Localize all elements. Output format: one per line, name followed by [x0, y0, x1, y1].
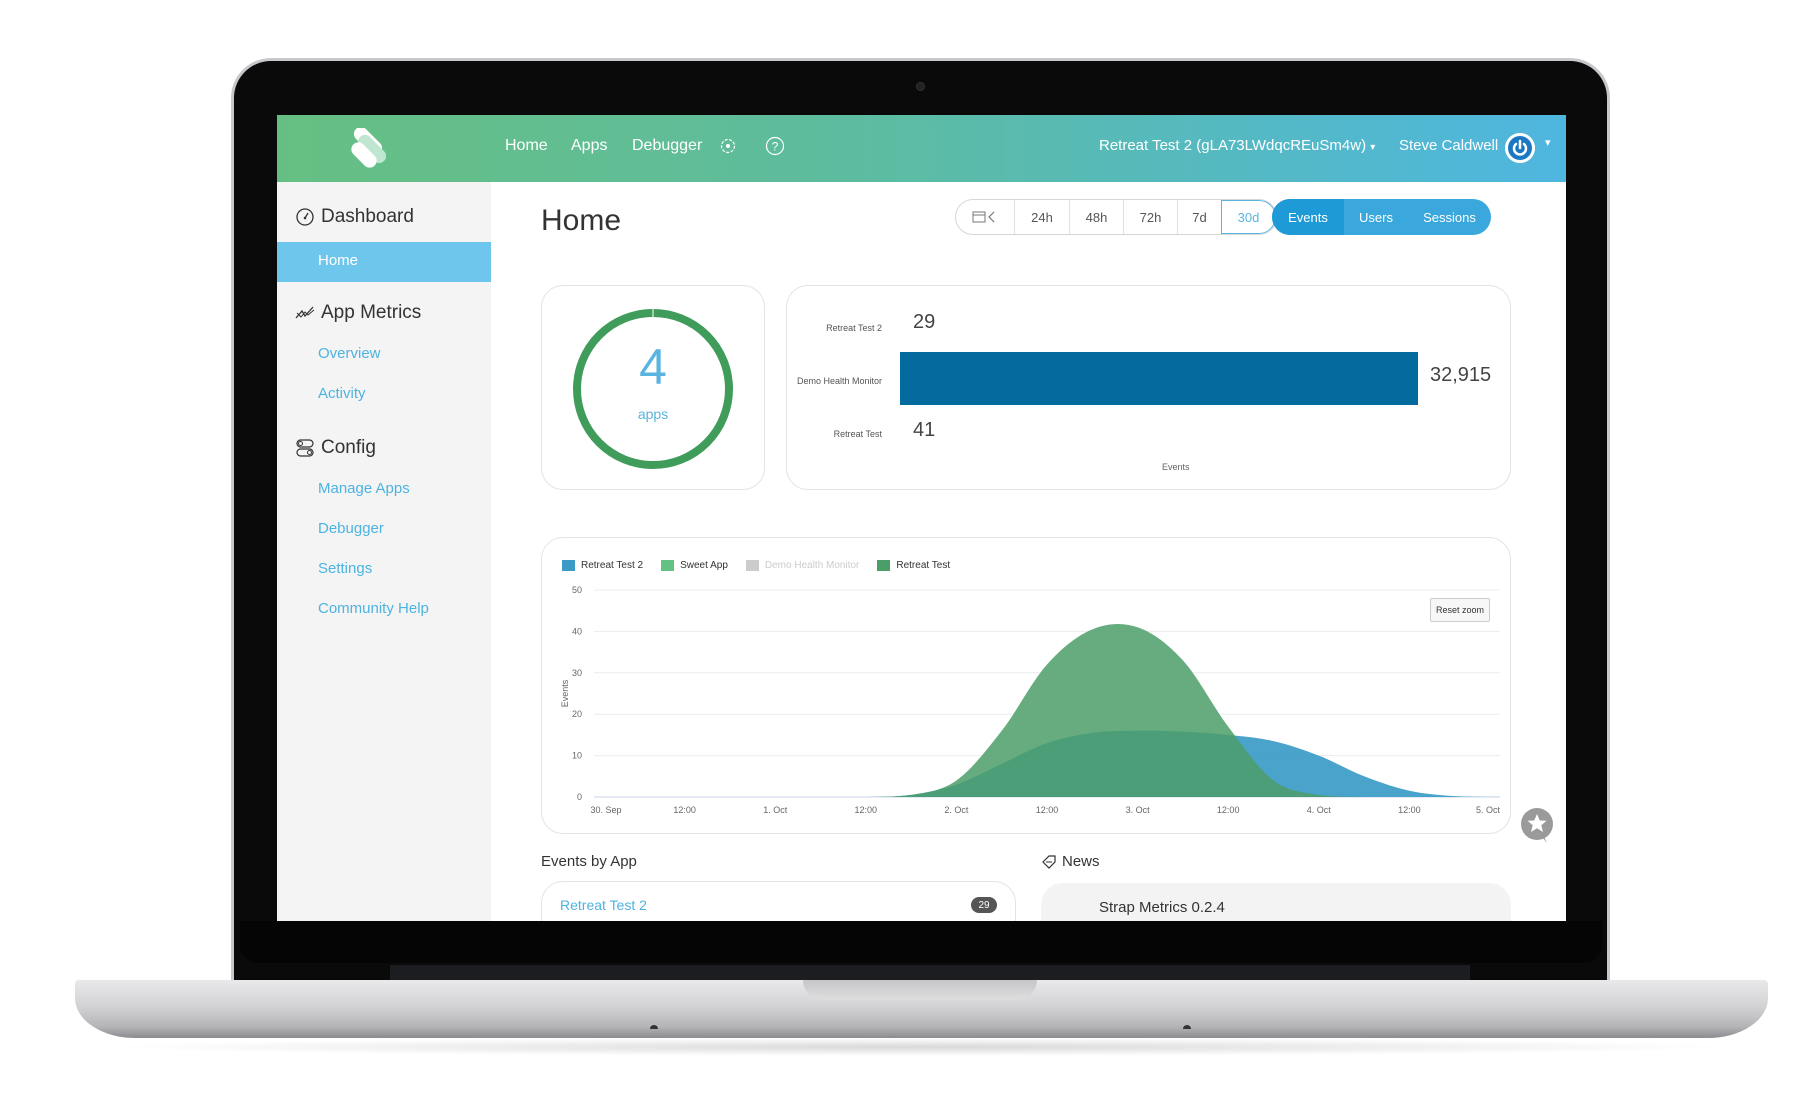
- app-count-card: 4 apps: [541, 285, 765, 490]
- y-tick-label: 30: [572, 668, 582, 678]
- bar-category-label: Retreat Test 2: [826, 323, 882, 333]
- bar-category-label: Demo Health Monitor: [796, 376, 882, 386]
- event-count-badge: 29: [971, 897, 997, 913]
- x-tick-label: 12:00: [1217, 805, 1240, 815]
- sidebar-item-label: Home: [318, 252, 359, 269]
- events-by-app-list: Retreat Test 2 29: [541, 881, 1016, 921]
- x-tick-label: 5. Oct: [1476, 805, 1501, 815]
- sidebar: Dashboard Home App Metrics Overview Acti…: [277, 182, 491, 921]
- metric-events[interactable]: Events: [1272, 199, 1344, 235]
- user-name[interactable]: Steve Caldwell: [1399, 137, 1498, 154]
- bar-category-label: Retreat Test: [833, 429, 882, 439]
- bar-axis-title: Events: [1162, 462, 1190, 472]
- bar-value-label: 29: [913, 311, 936, 333]
- y-tick-label: 0: [577, 792, 582, 802]
- calendar-chevron-left-icon: [972, 211, 995, 223]
- y-tick-label: 50: [572, 585, 582, 595]
- news-title: News: [1041, 853, 1100, 870]
- app-count-value: 4: [639, 339, 667, 395]
- sidebar-section-config[interactable]: Config: [295, 437, 376, 459]
- power-icon[interactable]: [1505, 133, 1535, 163]
- base-shadow: [100, 1038, 1740, 1056]
- x-tick-label: 12:00: [855, 805, 878, 815]
- events-bar-chart-card: Retreat Test 2 Demo Health Monitor Retre…: [786, 285, 1511, 490]
- webcam: [916, 82, 925, 91]
- bezel-bottom: [240, 921, 1602, 963]
- x-tick-label: 2. Oct: [944, 805, 969, 815]
- calendar-back-button[interactable]: [956, 200, 1014, 234]
- sidebar-section-app-metrics[interactable]: App Metrics: [295, 302, 421, 324]
- top-navbar: Home Apps Debugger ? Retreat Test 2 (gLA…: [277, 115, 1566, 182]
- sidebar-section-label: Config: [321, 437, 376, 458]
- question-circle-icon[interactable]: ?: [765, 136, 785, 156]
- x-tick-label: 12:00: [1036, 805, 1059, 815]
- sidebar-item-settings[interactable]: Settings: [318, 560, 372, 577]
- range-30d[interactable]: 30d: [1221, 200, 1276, 234]
- bar-value-label: 32,915: [1430, 364, 1492, 386]
- nav-home[interactable]: Home: [505, 137, 548, 155]
- laptop-foot: [650, 1025, 658, 1029]
- line-chart-icon: [295, 306, 315, 319]
- lid-notch: [803, 980, 1037, 1000]
- sidebar-item-manage-apps[interactable]: Manage Apps: [318, 480, 410, 497]
- nav-debugger[interactable]: Debugger: [632, 137, 702, 155]
- laptop-foot: [1183, 1025, 1191, 1029]
- speedometer-icon: [296, 208, 314, 226]
- chevron-down-icon: ▾: [1370, 142, 1376, 153]
- x-tick-label: 12:00: [1398, 805, 1421, 815]
- sidebar-item-overview[interactable]: Overview: [318, 345, 381, 362]
- strap-logo-icon[interactable]: [347, 128, 393, 170]
- news-item[interactable]: Strap Metrics 0.2.4: [1099, 899, 1225, 916]
- range-7d[interactable]: 7d: [1177, 200, 1221, 234]
- events-by-app-title: Events by App: [541, 853, 637, 870]
- y-tick-label: 40: [572, 626, 582, 636]
- app-count-label: apps: [637, 406, 669, 422]
- reset-zoom-button[interactable]: Reset zoom: [1430, 598, 1490, 622]
- app-selector-dropdown[interactable]: Retreat Test 2 (gLA73LWdqcREuSm4w) ▾: [1099, 137, 1375, 154]
- x-tick-label: 12:00: [673, 805, 696, 815]
- sidebar-section-label: App Metrics: [321, 302, 422, 323]
- x-tick-label: 1. Oct: [763, 805, 788, 815]
- x-tick-label: 30. Sep: [590, 805, 621, 815]
- y-tick-label: 20: [572, 709, 582, 719]
- laptop-mockup: Home Apps Debugger ? Retreat Test 2 (gLA…: [0, 0, 1800, 1100]
- toggles-icon: [296, 439, 314, 457]
- x-tick-label: 4. Oct: [1307, 805, 1332, 815]
- app-link-retreat-test-2[interactable]: Retreat Test 2: [560, 897, 647, 913]
- app-screen: Home Apps Debugger ? Retreat Test 2 (gLA…: [277, 115, 1566, 921]
- feedback-star-icon[interactable]: [1519, 807, 1555, 845]
- sidebar-item-community-help[interactable]: Community Help: [318, 600, 429, 617]
- metric-sessions[interactable]: Sessions: [1408, 199, 1491, 235]
- sidebar-item-activity[interactable]: Activity: [318, 385, 366, 402]
- sidebar-section-dashboard[interactable]: Dashboard: [295, 206, 414, 228]
- hinge: [390, 965, 1470, 981]
- x-tick-label: 3. Oct: [1126, 805, 1151, 815]
- gear-icon[interactable]: [718, 136, 738, 156]
- user-menu-caret-icon[interactable]: ▾: [1545, 136, 1551, 149]
- area-series-retreat-test: [594, 623, 1500, 797]
- tag-icon: [1042, 854, 1056, 869]
- bar-demo-health-monitor[interactable]: [900, 352, 1418, 405]
- sidebar-section-label: Dashboard: [321, 206, 414, 227]
- news-title-label: News: [1062, 853, 1100, 870]
- y-tick-label: 10: [572, 751, 582, 761]
- sidebar-item-debugger[interactable]: Debugger: [318, 520, 384, 537]
- range-48h[interactable]: 48h: [1069, 200, 1123, 234]
- y-axis-title: Events: [560, 679, 570, 707]
- events-area-chart-card: Retreat Test 2 Sweet App Demo Health Mon…: [541, 537, 1511, 834]
- bar-value-label: 41: [913, 419, 936, 441]
- svg-text:?: ?: [772, 140, 779, 154]
- area-chart-plot[interactable]: 0 10 20 30 40 50 Events 30. Sep 12:00 1. Oct 12:00…: [542, 538, 1512, 835]
- page-title: Home: [541, 204, 622, 237]
- main-content: Home 24h 48h 72h 7d 30d Events Users Ses…: [491, 182, 1566, 921]
- app-selector-label: Retreat Test 2 (gLA73LWdqcREuSm4w): [1099, 137, 1367, 154]
- range-72h[interactable]: 72h: [1123, 200, 1177, 234]
- nav-apps[interactable]: Apps: [571, 137, 607, 155]
- time-range-selector: 24h 48h 72h 7d 30d: [955, 199, 1277, 235]
- sidebar-item-home[interactable]: Home: [277, 242, 491, 282]
- metric-selector: Events Users Sessions: [1272, 199, 1491, 235]
- news-list: Strap Metrics 0.2.4: [1041, 883, 1511, 921]
- metric-users[interactable]: Users: [1344, 199, 1408, 235]
- range-24h[interactable]: 24h: [1014, 200, 1069, 234]
